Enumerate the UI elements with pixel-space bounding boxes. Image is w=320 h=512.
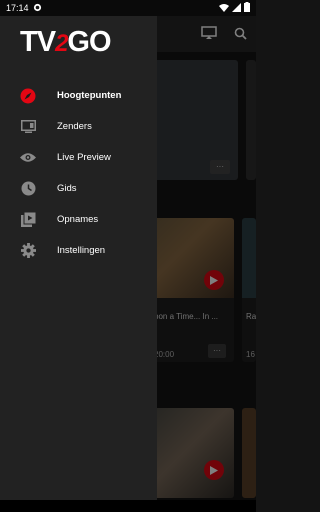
battery-icon xyxy=(244,2,250,14)
menu-item-instellingen[interactable]: Instellingen xyxy=(0,235,157,266)
menu-item-zenders[interactable]: Zenders xyxy=(0,111,157,142)
menu-item-live-preview[interactable]: Live Preview xyxy=(0,142,157,173)
tv2go-logo: TV2GO xyxy=(20,26,112,58)
menu-item-gids[interactable]: Gids xyxy=(0,173,157,204)
menu-item-label: Live Preview xyxy=(57,152,111,163)
status-time: 17:14 xyxy=(6,3,29,13)
wifi-icon xyxy=(219,3,229,14)
compass-icon xyxy=(20,88,36,104)
tv-screen-icon xyxy=(20,119,36,135)
menu-item-label: Gids xyxy=(57,183,77,194)
signal-icon xyxy=(232,2,241,14)
eye-icon xyxy=(20,150,36,166)
menu-item-opnames[interactable]: Opnames xyxy=(0,204,157,235)
menu-item-label: Hoogtepunten xyxy=(57,90,122,101)
menu-item-label: Opnames xyxy=(57,214,99,225)
system-navigation-bar xyxy=(0,500,256,512)
menu-item-hoogtepunten[interactable]: Hoogtepunten xyxy=(0,80,157,111)
recordings-icon xyxy=(20,212,36,228)
status-bar: 17:14 xyxy=(0,0,256,16)
menu-item-label: Zenders xyxy=(57,121,92,132)
navigation-drawer: TV2GO Hoogtepunten Zenders Live Preview … xyxy=(0,16,157,512)
menu-item-label: Instellingen xyxy=(57,245,106,256)
clock-icon xyxy=(20,181,36,197)
drawer-menu: Hoogtepunten Zenders Live Preview Gids O… xyxy=(0,80,157,266)
notification-icon xyxy=(33,3,42,14)
gear-icon xyxy=(20,243,36,259)
